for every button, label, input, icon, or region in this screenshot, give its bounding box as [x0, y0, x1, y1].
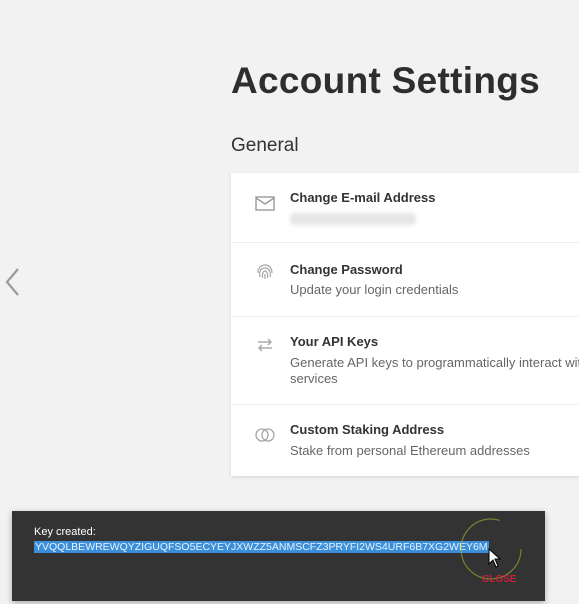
- setting-description: Generate API keys to programmatically in…: [290, 355, 579, 386]
- key-created-toast: Key created: YVQQLBEWREWQYZIGUQFSO5ECYEY…: [12, 511, 545, 601]
- setting-api-keys[interactable]: Your API Keys Generate API keys to progr…: [231, 317, 579, 405]
- page-title: Account Settings: [231, 60, 541, 101]
- swap-arrows-icon: [258, 338, 272, 352]
- fingerprint-icon: [257, 264, 273, 279]
- email-value-redacted: [290, 213, 416, 225]
- toast-title: Key created:: [34, 526, 96, 538]
- setting-label: Custom Staking Address: [290, 422, 445, 437]
- page: Account Settings General Change E-mail A…: [0, 0, 579, 604]
- setting-custom-staking-address[interactable]: Custom Staking Address Stake from person…: [231, 405, 579, 476]
- setting-change-email[interactable]: Change E-mail Address: [231, 173, 579, 243]
- api-key-value[interactable]: YVQQLBEWREWQYZIGUQFSO5ECYEYJXWZZ5ANMSCFZ…: [34, 541, 489, 553]
- mail-icon: [255, 196, 275, 211]
- setting-label: Change E-mail Address: [290, 190, 436, 205]
- mouse-pointer-icon: [488, 548, 502, 568]
- setting-description: Stake from personal Ethereum addresses: [290, 443, 530, 458]
- setting-description: Update your login credentials: [290, 282, 459, 297]
- settings-card: Change E-mail Address Change Password Up…: [231, 173, 579, 476]
- section-title: General: [231, 135, 299, 156]
- chevron-left-icon[interactable]: [3, 266, 23, 298]
- close-button[interactable]: CLOSE: [482, 574, 516, 585]
- setting-label: Your API Keys: [290, 334, 379, 349]
- toggle-circles-icon: [255, 428, 275, 442]
- setting-label: Change Password: [290, 262, 403, 277]
- setting-change-password[interactable]: Change Password Update your login creden…: [231, 243, 579, 317]
